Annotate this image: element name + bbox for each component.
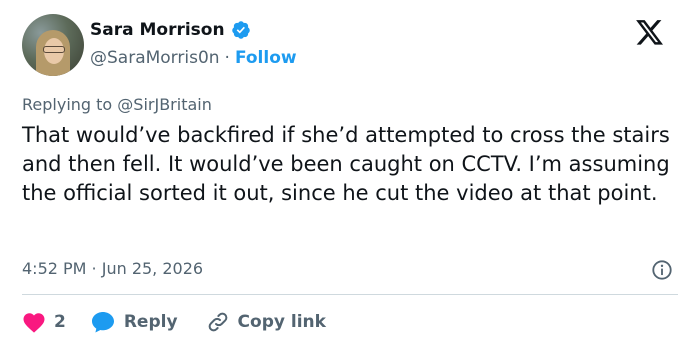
info-icon[interactable] xyxy=(651,259,673,281)
author-display-name[interactable]: Sara Morrison xyxy=(90,20,225,40)
speech-bubble-icon xyxy=(91,312,114,333)
action-bar: 2 Reply Copy link xyxy=(22,308,326,336)
link-icon xyxy=(208,312,227,332)
reply-label: Reply xyxy=(123,312,178,332)
x-logo-icon[interactable] xyxy=(636,20,664,46)
reply-button[interactable]: Reply xyxy=(90,310,178,334)
verified-badge-icon xyxy=(231,21,250,39)
avatar-glasses xyxy=(43,46,65,53)
author-handle[interactable]: @SaraMorris0n xyxy=(90,48,220,68)
divider xyxy=(22,294,678,295)
replying-to-prefix: Replying to xyxy=(22,95,113,114)
like-count: 2 xyxy=(54,312,66,332)
copy-link-label: Copy link xyxy=(237,312,326,332)
author-handle-row: @SaraMorris0n · Follow xyxy=(90,48,297,68)
like-button[interactable]: 2 xyxy=(22,311,66,333)
tweet-text: That would’ve backfired if she’d attempt… xyxy=(22,123,670,205)
follow-button[interactable]: Follow xyxy=(235,48,297,68)
tweet-timestamp[interactable]: 4:52 PM · Jun 25, 2026 xyxy=(22,259,203,278)
replying-to: Replying to @SirJBritain xyxy=(22,95,212,114)
author-name-row: Sara Morrison xyxy=(90,20,251,40)
separator-dot: · xyxy=(224,48,230,68)
replying-to-mention[interactable]: @SirJBritain xyxy=(117,95,212,114)
copy-link-button[interactable]: Copy link xyxy=(206,310,326,334)
avatar[interactable] xyxy=(22,14,84,76)
heart-icon xyxy=(23,313,45,333)
